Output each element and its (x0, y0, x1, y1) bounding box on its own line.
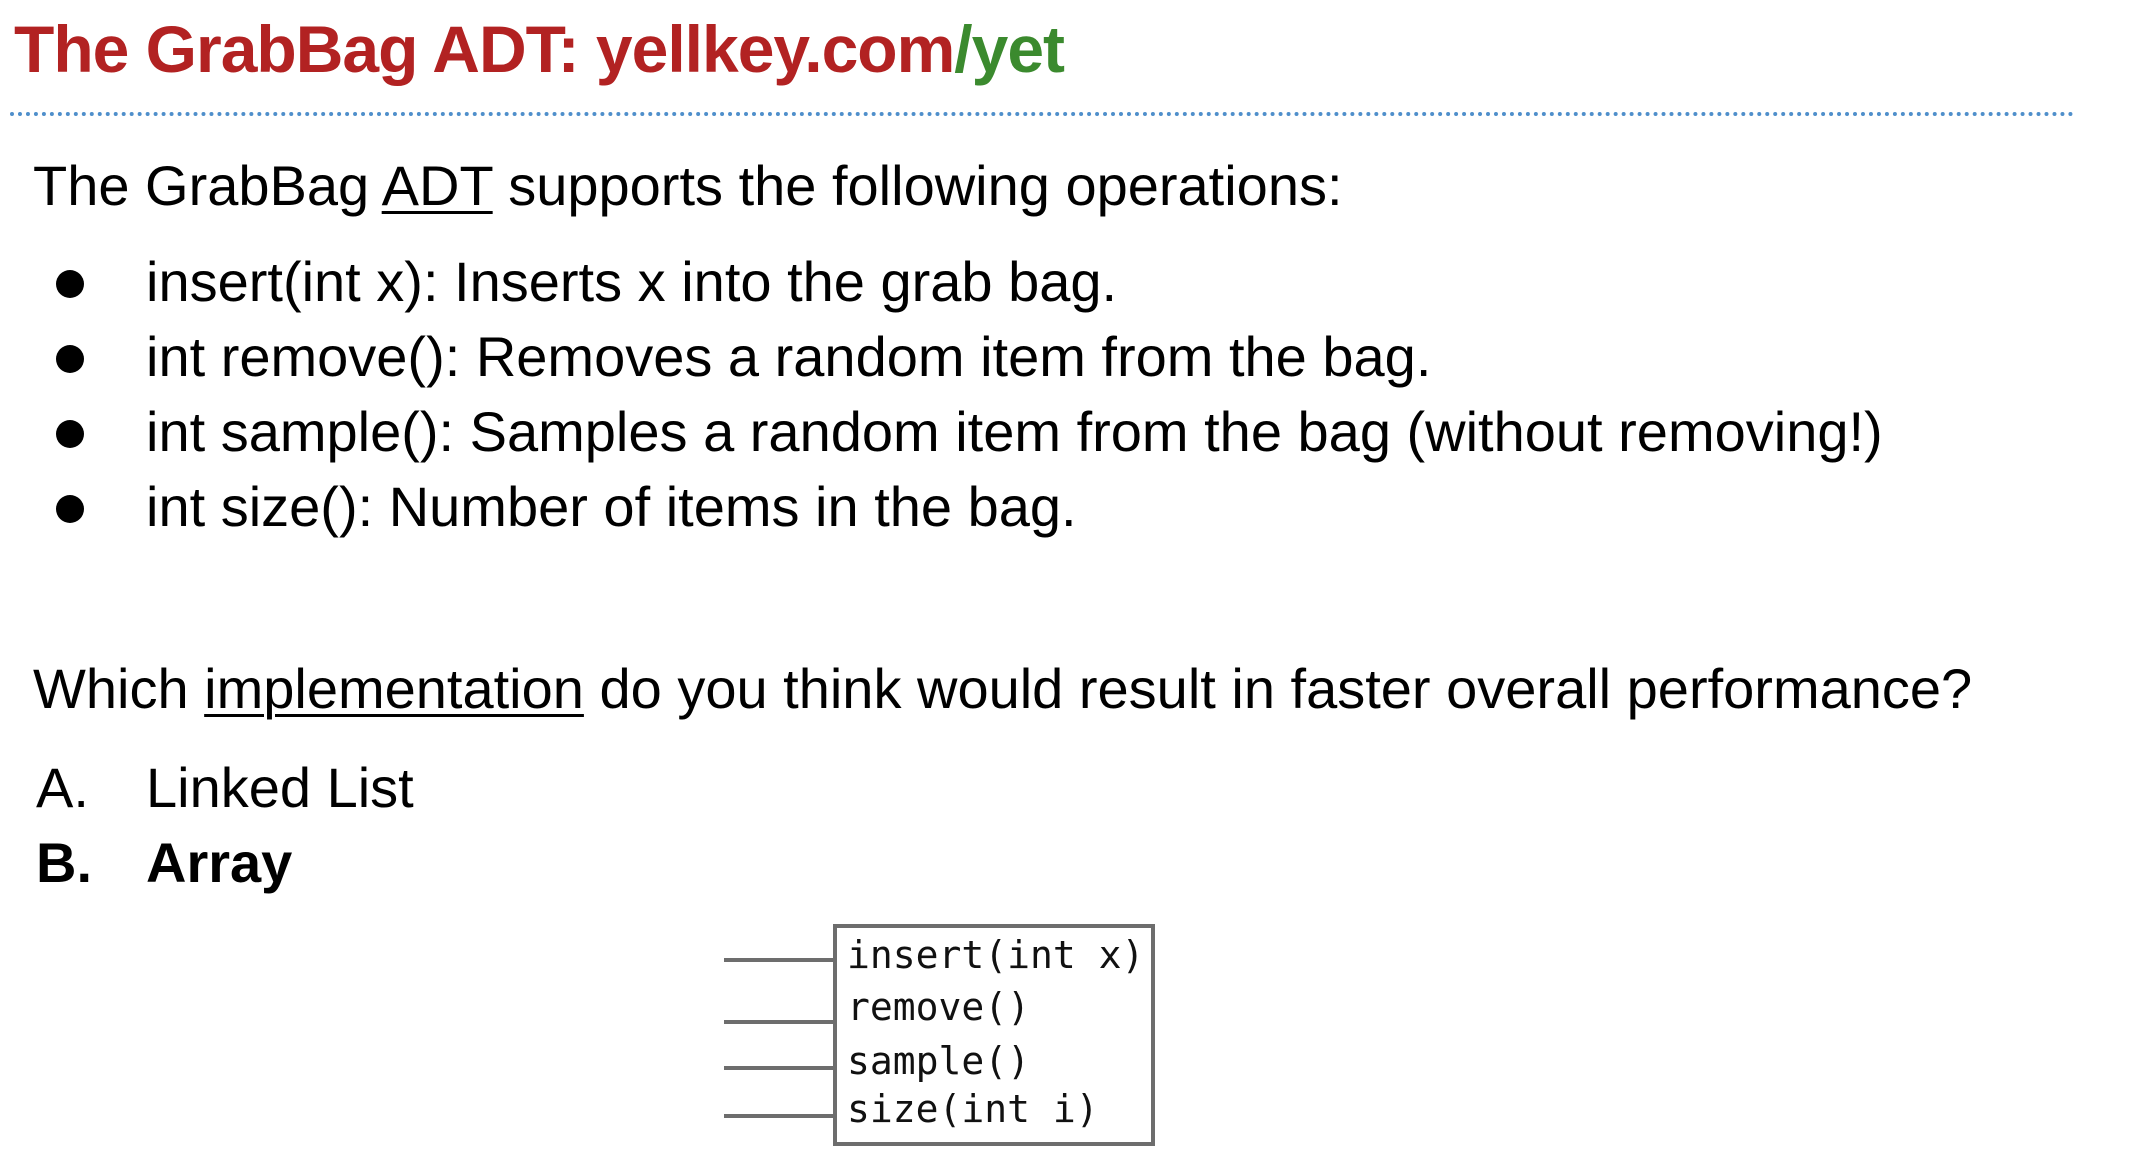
operation-text: int size(): Number of items in the bag. (146, 475, 1077, 538)
interface-method: sample() (847, 1039, 1031, 1083)
choice-letter: A. (36, 756, 89, 819)
interface-box: insert(int x) remove() sample() size(int… (833, 924, 1155, 1146)
slide-title-slash: / (954, 12, 972, 86)
intro-underlined: ADT (381, 154, 493, 217)
intro-text: The GrabBag ADT supports the following o… (33, 152, 1343, 219)
title-divider (10, 112, 2075, 116)
choice-text: Array (146, 831, 293, 894)
question-suffix: do you think would result in faster over… (583, 657, 1973, 720)
bullet-icon (56, 420, 84, 448)
question-text: Which implementation do you think would … (33, 655, 1972, 722)
intro-suffix: supports the following operations: (492, 154, 1343, 217)
question-underlined: implementation (204, 657, 584, 720)
interface-method: insert(int x) (847, 933, 1145, 977)
operation-text: int remove(): Removes a random item from… (146, 325, 1432, 388)
choice-text: Linked List (146, 756, 414, 819)
interface-lead-line (724, 1066, 833, 1070)
slide-title-main: The GrabBag ADT: yellkey.com (14, 12, 955, 86)
slide-title: The GrabBag ADT: yellkey.com/yet (14, 8, 1065, 91)
interface-method: remove() (847, 985, 1031, 1029)
operation-text: insert(int x): Inserts x into the grab b… (146, 250, 1118, 313)
interface-method: size(int i) (847, 1087, 1099, 1131)
slide-title-code: yet (971, 12, 1065, 86)
bullet-icon (56, 495, 84, 523)
question-prefix: Which (33, 657, 205, 720)
bullet-icon (56, 270, 84, 298)
interface-lead-line (724, 958, 833, 962)
intro-prefix: The GrabBag (33, 154, 382, 217)
interface-lead-line (724, 1020, 833, 1024)
bullet-icon (56, 345, 84, 373)
interface-lead-line (724, 1114, 833, 1118)
operation-text: int sample(): Samples a random item from… (146, 400, 1883, 463)
choice-letter: B. (36, 831, 92, 894)
